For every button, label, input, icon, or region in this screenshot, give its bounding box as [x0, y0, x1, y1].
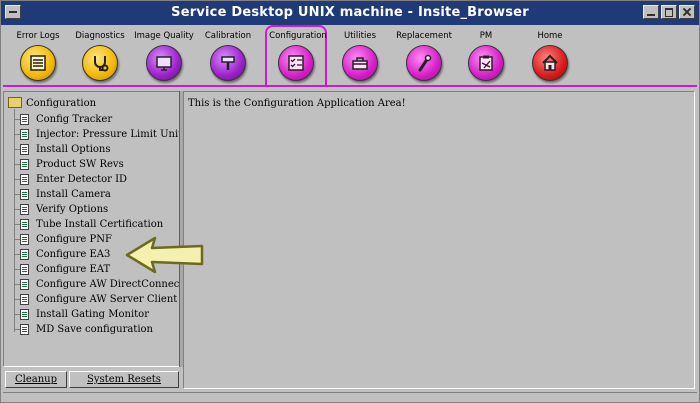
tab-label: Configuration: [269, 31, 327, 41]
toolbar-accent-line: [3, 85, 697, 87]
tree-item-label: Injector: Pressure Limit Unit: [36, 129, 183, 140]
document-icon: [20, 159, 29, 170]
tree-item-configure-pnf[interactable]: Configure PNF: [15, 232, 112, 247]
document-icon: [20, 114, 29, 125]
tree-item-verify-options[interactable]: Verify Options: [15, 202, 108, 217]
tree-item-label: MD Save configuration: [36, 324, 153, 335]
tree-item-label: Configure EAT: [36, 264, 111, 275]
document-icon: [20, 129, 29, 140]
system-resets-button[interactable]: System Resets: [69, 371, 179, 388]
tab-utilities[interactable]: Utilities: [329, 27, 391, 85]
tab-label: Image Quality: [134, 31, 194, 41]
tab-label: Home: [537, 31, 563, 41]
application-window: Service Desktop UNIX machine - Insite_Br…: [0, 0, 700, 403]
tree-item-label: Configure AW DirectConnect: [36, 279, 184, 290]
document-icon: [20, 324, 29, 335]
clipboard-icon: [468, 45, 504, 81]
navigation-tree-panel: Configuration Config Tracker Injector: P…: [3, 91, 183, 367]
tab-replacement[interactable]: Replacement: [393, 27, 455, 85]
tree-item-install-gating-monitor[interactable]: Install Gating Monitor: [15, 307, 149, 322]
title-bar[interactable]: Service Desktop UNIX machine - Insite_Br…: [1, 1, 699, 25]
tab-home[interactable]: Home: [519, 27, 581, 85]
tree-button-bar: Cleanup System Resets: [3, 368, 181, 390]
tree-item-configure-eat[interactable]: Configure EAT: [15, 262, 110, 277]
application-toolbar: Error Logs Diagnostics Image Quality Cal…: [3, 25, 697, 87]
document-icon: [20, 309, 29, 320]
application-area-message: This is the Configuration Application Ar…: [188, 98, 406, 109]
tree-item-label: Product SW Revs: [36, 159, 124, 170]
tree-item-install-camera[interactable]: Install Camera: [15, 187, 111, 202]
tab-label: Diagnostics: [75, 31, 125, 41]
tree-item-label: Tube Install Certification: [36, 219, 164, 230]
tree-item-install-options[interactable]: Install Options: [15, 142, 111, 157]
folder-icon: [8, 97, 22, 108]
tab-image-quality[interactable]: Image Quality: [133, 27, 195, 85]
tree-item-product-sw-revs[interactable]: Product SW Revs: [15, 157, 124, 172]
calibration-icon: [210, 45, 246, 81]
tree-item-configure-aw-directconnect[interactable]: Configure AW DirectConnect: [15, 277, 183, 292]
document-icon: [20, 264, 29, 275]
maximize-button[interactable]: [661, 5, 677, 19]
tree-item-label: Verify Options: [36, 204, 109, 215]
tree-item-configure-ea3[interactable]: Configure EA3: [15, 247, 110, 262]
cleanup-button[interactable]: Cleanup: [5, 371, 67, 388]
stethoscope-icon: [82, 45, 118, 81]
tree-item-configure-aw-server-client[interactable]: Configure AW Server Client: [15, 292, 177, 307]
tree-root-label: Configuration: [26, 98, 97, 109]
annotation-arrow-icon: [125, 236, 204, 274]
tab-label: Replacement: [396, 31, 452, 41]
application-area: This is the Configuration Application Ar…: [183, 91, 695, 389]
error-log-icon: [20, 45, 56, 81]
tree-root[interactable]: Configuration: [8, 97, 97, 109]
tree-item-label: Configure EA3: [36, 249, 111, 260]
document-icon: [20, 144, 29, 155]
window-title: Service Desktop UNIX machine - Insite_Br…: [171, 5, 529, 20]
tree-item-enter-detector-id[interactable]: Enter Detector ID: [15, 172, 127, 187]
tree-item-label: Install Options: [36, 144, 111, 155]
tab-diagnostics[interactable]: Diagnostics: [69, 27, 131, 85]
tab-pm[interactable]: PM: [455, 27, 517, 85]
tab-label: Calibration: [204, 31, 252, 41]
minimize-button[interactable]: [643, 5, 659, 19]
document-icon: [20, 279, 29, 290]
tree-item-config-tracker[interactable]: Config Tracker: [15, 112, 112, 127]
tree-item-label: Configure PNF: [36, 234, 112, 245]
toolbox-icon: [342, 45, 378, 81]
tab-error-logs[interactable]: Error Logs: [7, 27, 69, 85]
status-bar: [3, 392, 697, 401]
home-icon: [532, 45, 568, 81]
document-icon: [20, 234, 29, 245]
monitor-icon: [146, 45, 182, 81]
tree-item-label: Install Gating Monitor: [36, 309, 149, 320]
tab-configuration[interactable]: Configuration: [265, 25, 327, 85]
close-button[interactable]: [679, 5, 695, 19]
tree-item-label: Install Camera: [36, 189, 111, 200]
checklist-icon: [278, 45, 314, 81]
tab-label: Utilities: [344, 31, 376, 41]
document-icon: [20, 174, 29, 185]
document-icon: [20, 204, 29, 215]
document-icon: [20, 249, 29, 260]
wrench-icon: [406, 45, 442, 81]
document-icon: [20, 189, 29, 200]
tree-item-tube-install-certification[interactable]: Tube Install Certification: [15, 217, 163, 232]
tab-label: PM: [479, 31, 493, 41]
tab-calibration[interactable]: Calibration: [197, 27, 259, 85]
tree-item-label: Config Tracker: [36, 114, 113, 125]
document-icon: [20, 294, 29, 305]
tab-label: Error Logs: [16, 31, 60, 41]
document-icon: [20, 219, 29, 230]
tree-item-label: Enter Detector ID: [36, 174, 128, 185]
tree-item-injector-pressure-limit[interactable]: Injector: Pressure Limit Unit: [15, 127, 182, 142]
tree-item-md-save-configuration[interactable]: MD Save configuration: [15, 322, 153, 337]
tree-item-label: Configure AW Server Client: [36, 294, 178, 305]
